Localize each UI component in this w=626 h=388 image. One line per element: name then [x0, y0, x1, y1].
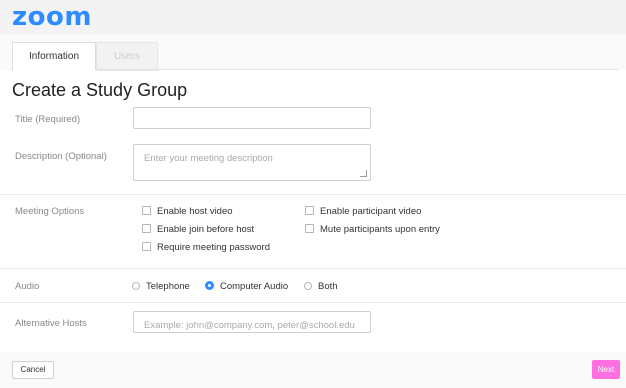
checkbox-icon[interactable]: [305, 224, 314, 233]
option-enable-join-before-host[interactable]: Enable join before host: [142, 224, 254, 235]
resize-handle-icon[interactable]: [360, 170, 367, 177]
tab-divider: [12, 69, 618, 70]
option-require-password[interactable]: Require meeting password: [142, 242, 270, 253]
cancel-button[interactable]: Cancel: [12, 361, 54, 379]
description-placeholder: Enter your meeting description: [144, 153, 273, 164]
radio-icon[interactable]: [132, 282, 140, 290]
audio-option-both[interactable]: Both: [304, 281, 338, 292]
tab-information[interactable]: Information: [12, 42, 96, 71]
title-input[interactable]: [133, 107, 371, 129]
radio-selected-icon[interactable]: [205, 281, 214, 290]
option-mute-participants[interactable]: Mute participants upon entry: [305, 224, 440, 235]
footer-bar: [0, 352, 626, 388]
alternative-hosts-placeholder: Example: john@company.com, peter@school.…: [144, 320, 355, 331]
next-button[interactable]: Next: [592, 360, 620, 379]
audio-option-computer-audio[interactable]: Computer Audio: [205, 281, 288, 292]
checkbox-icon[interactable]: [142, 206, 151, 215]
description-label: Description (Optional): [15, 151, 107, 162]
tab-users[interactable]: Users: [96, 42, 158, 71]
top-bar: zoom: [0, 0, 626, 34]
meeting-options-label: Meeting Options: [15, 206, 85, 217]
zoom-logo: zoom: [12, 2, 92, 32]
section-divider: [0, 194, 626, 195]
section-divider: [0, 268, 626, 269]
alternative-hosts-input[interactable]: Example: john@company.com, peter@school.…: [133, 311, 371, 333]
checkbox-icon[interactable]: [142, 224, 151, 233]
option-enable-host-video[interactable]: Enable host video: [142, 206, 233, 217]
checkbox-icon[interactable]: [305, 206, 314, 215]
title-label: Title (Required): [15, 114, 81, 125]
section-divider: [0, 302, 626, 303]
checkbox-icon[interactable]: [142, 242, 151, 251]
radio-icon[interactable]: [304, 282, 312, 290]
audio-option-telephone[interactable]: Telephone: [132, 281, 190, 292]
option-enable-participant-video[interactable]: Enable participant video: [305, 206, 421, 217]
page-title: Create a Study Group: [12, 80, 188, 100]
audio-label: Audio: [15, 281, 40, 292]
description-textarea[interactable]: Enter your meeting description: [133, 144, 371, 181]
alternative-hosts-label: Alternative Hosts: [15, 318, 87, 329]
